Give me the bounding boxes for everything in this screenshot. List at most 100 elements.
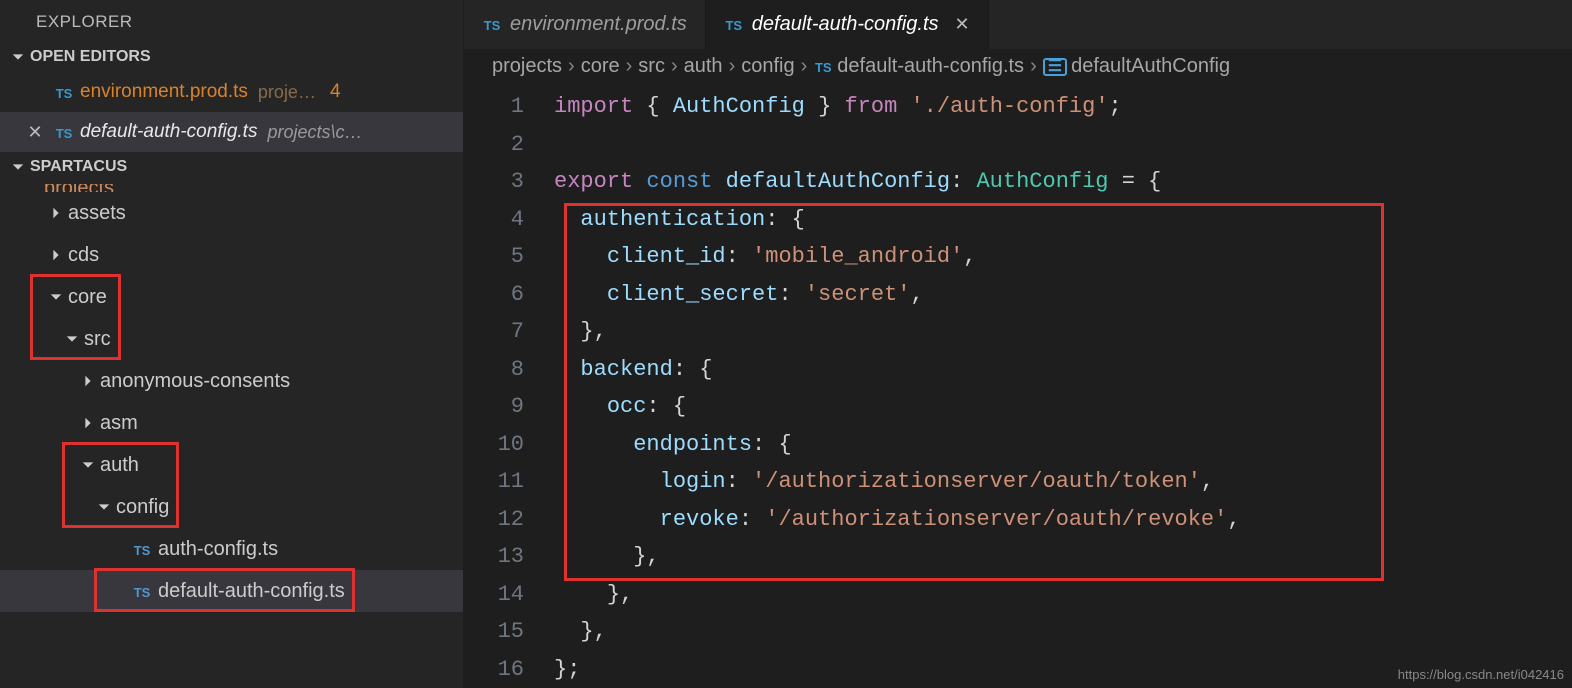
code-line[interactable]: endpoints: {: [554, 426, 1572, 464]
line-number: 9: [464, 388, 524, 426]
tree-label: auth-config.ts: [158, 538, 278, 561]
explorer-sidebar: EXPLORER OPEN EDITORS TS environment.pro…: [0, 0, 464, 688]
editor-tabs: TS environment.prod.ts TS default-auth-c…: [464, 0, 1572, 49]
line-number: 2: [464, 126, 524, 164]
chevron-right-icon: ›: [729, 55, 736, 78]
chevron-right-icon: [76, 374, 100, 388]
tree-label: cds: [68, 244, 99, 267]
editor-name: default-auth-config.ts: [80, 121, 257, 143]
code-line[interactable]: },: [554, 313, 1572, 351]
breadcrumb-item[interactable]: auth: [684, 55, 723, 78]
tree-folder[interactable]: cds: [0, 234, 463, 276]
code-line[interactable]: revoke: '/authorizationserver/oauth/revo…: [554, 501, 1572, 539]
line-number: 8: [464, 351, 524, 389]
explorer-title: EXPLORER: [0, 0, 463, 42]
code-line[interactable]: },: [554, 576, 1572, 614]
tree-label: core: [68, 286, 107, 309]
line-number: 5: [464, 238, 524, 276]
symbol-constant-icon: ☰: [1043, 58, 1067, 76]
breadcrumb-item[interactable]: TS default-auth-config.ts: [813, 55, 1024, 78]
chevron-down-icon: [10, 159, 26, 175]
close-icon[interactable]: ✕: [955, 14, 970, 35]
chevron-right-icon: ›: [568, 55, 575, 78]
ts-icon: TS: [813, 58, 833, 76]
chevron-right-icon: ›: [1030, 55, 1037, 78]
tree-label: default-auth-config.ts: [158, 580, 345, 603]
chevron-right-icon: [76, 416, 100, 430]
ts-icon: TS: [724, 16, 744, 34]
breadcrumb-item[interactable]: projects: [492, 55, 562, 78]
chevron-right-icon: ›: [671, 55, 678, 78]
code-line[interactable]: },: [554, 538, 1572, 576]
line-number: 4: [464, 201, 524, 239]
code-line[interactable]: [554, 126, 1572, 164]
code-line[interactable]: client_id: 'mobile_android',: [554, 238, 1572, 276]
tree-folder[interactable]: config: [0, 486, 463, 528]
open-editor-item[interactable]: TS environment.prod.ts proje… 4: [0, 72, 463, 112]
chevron-down-icon: [10, 49, 26, 65]
chevron-right-icon: [44, 206, 68, 220]
tree-label: config: [116, 496, 169, 519]
line-number: 11: [464, 463, 524, 501]
chevron-right-icon: [44, 248, 68, 262]
breadcrumb-item[interactable]: config: [741, 55, 794, 78]
code-line[interactable]: backend: {: [554, 351, 1572, 389]
tree-label: src: [84, 328, 111, 351]
tree-folder[interactable]: assets: [0, 192, 463, 234]
tree-folder[interactable]: core: [0, 276, 463, 318]
code-line[interactable]: },: [554, 613, 1572, 651]
close-icon[interactable]: ✕: [22, 122, 48, 143]
open-editors-list: TS environment.prod.ts proje… 4 ✕ TS def…: [0, 72, 463, 152]
ts-icon: TS: [54, 83, 74, 101]
code-line[interactable]: client_secret: 'secret',: [554, 276, 1572, 314]
watermark-text: https://blog.csdn.net/i042416: [1398, 667, 1564, 682]
code-line[interactable]: occ: {: [554, 388, 1572, 426]
line-number: 16: [464, 651, 524, 688]
line-number: 1: [464, 88, 524, 126]
editor-main: TS environment.prod.ts TS default-auth-c…: [464, 0, 1572, 688]
tree-file[interactable]: TS default-auth-config.ts: [0, 570, 463, 612]
ts-icon: TS: [54, 123, 74, 141]
line-number: 7: [464, 313, 524, 351]
tree-label: anonymous-consents: [100, 370, 290, 393]
breadcrumb[interactable]: projects › core › src › auth › config › …: [464, 49, 1572, 88]
line-number: 14: [464, 576, 524, 614]
chevron-right-icon: ›: [626, 55, 633, 78]
chevron-down-icon: [92, 500, 116, 514]
breadcrumb-item[interactable]: ☰ defaultAuthConfig: [1043, 55, 1230, 78]
file-tree: projects assets cds core src anonymous-conse…: [0, 182, 463, 612]
tab-label: default-auth-config.ts: [752, 13, 939, 36]
workspace-label: SPARTACUS: [30, 158, 127, 176]
code-line[interactable]: export const defaultAuthConfig: AuthConf…: [554, 163, 1572, 201]
code-editor[interactable]: 12345678910111213141516 import { AuthCon…: [464, 88, 1572, 688]
workspace-header[interactable]: SPARTACUS: [0, 152, 463, 182]
tree-folder[interactable]: asm: [0, 402, 463, 444]
tab-label: environment.prod.ts: [510, 13, 687, 36]
chevron-down-icon: [44, 290, 68, 304]
open-editor-item[interactable]: ✕ TS default-auth-config.ts projects\c…: [0, 112, 463, 152]
line-number: 6: [464, 276, 524, 314]
tree-folder[interactable]: projects: [0, 184, 463, 192]
code-line[interactable]: login: '/authorizationserver/oauth/token…: [554, 463, 1572, 501]
code-line[interactable]: import { AuthConfig } from './auth-confi…: [554, 88, 1572, 126]
editor-path: projects\c…: [267, 122, 362, 143]
ts-icon: TS: [132, 582, 152, 600]
open-editors-header[interactable]: OPEN EDITORS: [0, 42, 463, 72]
tree-folder[interactable]: anonymous-consents: [0, 360, 463, 402]
open-editors-label: OPEN EDITORS: [30, 48, 151, 66]
ts-icon: TS: [482, 16, 502, 34]
tree-folder[interactable]: src: [0, 318, 463, 360]
editor-name: environment.prod.ts: [80, 81, 248, 103]
line-number: 13: [464, 538, 524, 576]
chevron-down-icon: [60, 332, 84, 346]
tree-file[interactable]: TSauth-config.ts: [0, 528, 463, 570]
tree-label: auth: [100, 454, 139, 477]
tab-default-auth-config[interactable]: TS default-auth-config.ts ✕: [706, 0, 989, 49]
code-line[interactable]: authentication: {: [554, 201, 1572, 239]
line-number: 12: [464, 501, 524, 539]
tab-environment[interactable]: TS environment.prod.ts: [464, 0, 706, 49]
breadcrumb-item[interactable]: core: [581, 55, 620, 78]
tree-folder[interactable]: auth: [0, 444, 463, 486]
breadcrumb-item[interactable]: src: [638, 55, 665, 78]
code-content[interactable]: import { AuthConfig } from './auth-confi…: [554, 88, 1572, 688]
